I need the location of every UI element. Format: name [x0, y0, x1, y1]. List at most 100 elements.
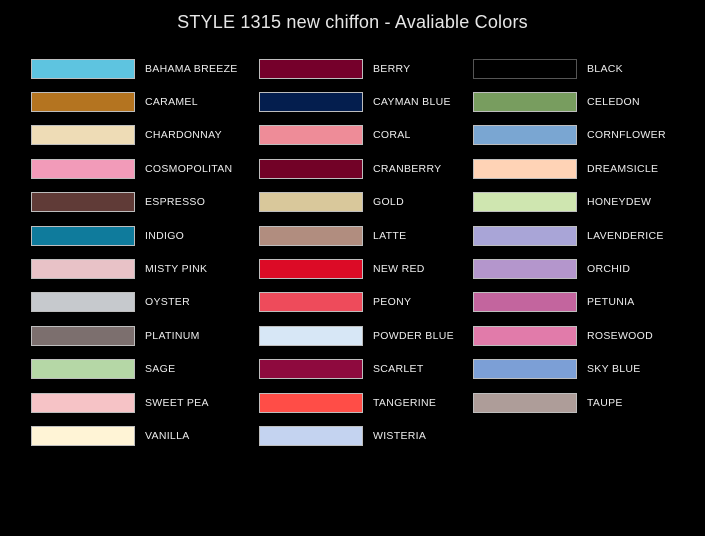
color-swatch	[473, 192, 577, 213]
color-label: CAYMAN BLUE	[373, 96, 451, 109]
color-swatch	[259, 125, 363, 146]
color-swatch	[31, 92, 135, 113]
color-row: SCARLET	[259, 353, 454, 386]
color-label: SCARLET	[373, 363, 424, 376]
color-label: BAHAMA BREEZE	[145, 62, 238, 75]
color-swatch	[473, 92, 577, 113]
color-row: LATTE	[259, 219, 454, 252]
color-row: TANGERINE	[259, 386, 454, 419]
color-row: ROSEWOOD	[473, 319, 666, 352]
color-label: VANILLA	[145, 429, 190, 442]
color-label: BERRY	[373, 62, 411, 75]
color-label: CELEDON	[587, 96, 640, 109]
page-title: STYLE 1315 new chiffon - Avaliable Color…	[177, 12, 528, 32]
color-row: SKY BLUE	[473, 353, 666, 386]
color-swatch	[473, 125, 577, 146]
color-swatch	[473, 58, 577, 79]
color-label: CARAMEL	[145, 96, 198, 109]
color-label: PLATINUM	[145, 329, 200, 342]
color-row: NEW RED	[259, 252, 454, 285]
color-swatch	[31, 225, 135, 246]
color-row: SWEET PEA	[31, 386, 238, 419]
color-label: POWDER BLUE	[373, 329, 454, 342]
color-row: DREAMSICLE	[473, 152, 666, 185]
color-swatch	[31, 158, 135, 179]
color-row: COSMOPOLITAN	[31, 152, 238, 185]
color-label: TANGERINE	[373, 396, 437, 409]
color-label: LATTE	[373, 229, 407, 242]
color-swatch	[473, 259, 577, 280]
color-swatch	[259, 158, 363, 179]
color-row: CRANBERRY	[259, 152, 454, 185]
color-label: PETUNIA	[587, 296, 635, 309]
color-label: ESPRESSO	[145, 196, 206, 209]
color-row: OYSTER	[31, 286, 238, 319]
color-row: CAYMAN BLUE	[259, 85, 454, 118]
color-swatch	[259, 292, 363, 313]
color-column-1: BAHAMA BREEZE CARAMEL CHARDONNAY COSMOPOLIT…	[31, 52, 238, 453]
color-row: WISTERIA	[259, 419, 454, 452]
color-swatch	[259, 58, 363, 79]
color-row: PLATINUM	[31, 319, 238, 352]
color-swatch	[473, 325, 577, 346]
color-swatch	[259, 425, 363, 446]
color-label: GOLD	[373, 196, 404, 209]
color-label: INDIGO	[145, 229, 185, 242]
color-swatch	[259, 225, 363, 246]
color-label: SAGE	[145, 363, 176, 376]
color-label: CORNFLOWER	[587, 129, 666, 142]
color-swatch	[259, 359, 363, 380]
color-label: NEW RED	[373, 263, 425, 276]
color-swatch	[473, 292, 577, 313]
color-swatch	[473, 158, 577, 179]
color-row: POWDER BLUE	[259, 319, 454, 352]
color-swatch	[31, 425, 135, 446]
color-row: VANILLA	[31, 419, 238, 452]
color-row: LAVENDERICE	[473, 219, 666, 252]
color-label: OYSTER	[145, 296, 190, 309]
color-swatch	[31, 359, 135, 380]
color-swatch	[259, 92, 363, 113]
color-row: INDIGO	[31, 219, 238, 252]
color-row: TAUPE	[473, 386, 666, 419]
color-label: TAUPE	[587, 396, 623, 409]
color-label: WISTERIA	[373, 429, 427, 442]
color-swatch	[31, 125, 135, 146]
color-swatch	[31, 192, 135, 213]
color-label: CHARDONNAY	[145, 129, 222, 142]
color-swatch	[259, 392, 363, 413]
color-swatch	[31, 259, 135, 280]
color-column-3: BLACK CELEDON CORNFLOWER DREAMSICLE HONEYDEW…	[473, 52, 666, 419]
color-label: LAVENDERICE	[587, 229, 664, 242]
color-row: BAHAMA BREEZE	[31, 52, 238, 85]
color-row: BERRY	[259, 52, 454, 85]
color-row: ORCHID	[473, 252, 666, 285]
color-swatch	[473, 225, 577, 246]
color-row: GOLD	[259, 186, 454, 219]
color-swatch	[259, 259, 363, 280]
color-label: ROSEWOOD	[587, 329, 653, 342]
color-label: CORAL	[373, 129, 411, 142]
color-row: MISTY PINK	[31, 252, 238, 285]
color-swatch	[31, 58, 135, 79]
color-row: CORNFLOWER	[473, 119, 666, 152]
color-label: COSMOPOLITAN	[145, 162, 233, 175]
color-label: MISTY PINK	[145, 263, 208, 276]
color-row: SAGE	[31, 353, 238, 386]
color-row: PEONY	[259, 286, 454, 319]
color-row: PETUNIA	[473, 286, 666, 319]
color-label: DREAMSICLE	[587, 162, 659, 175]
color-swatch	[259, 192, 363, 213]
color-swatch	[31, 392, 135, 413]
color-swatch	[259, 325, 363, 346]
color-label: SKY BLUE	[587, 363, 641, 376]
color-row: CHARDONNAY	[31, 119, 238, 152]
color-swatch	[31, 292, 135, 313]
color-row: CORAL	[259, 119, 454, 152]
color-swatch	[473, 359, 577, 380]
color-column-2: BERRY CAYMAN BLUE CORAL CRANBERRY GOLD LATTE N…	[259, 52, 454, 453]
color-row: HONEYDEW	[473, 186, 666, 219]
color-swatch	[473, 392, 577, 413]
color-label: PEONY	[373, 296, 412, 309]
color-swatch	[31, 325, 135, 346]
